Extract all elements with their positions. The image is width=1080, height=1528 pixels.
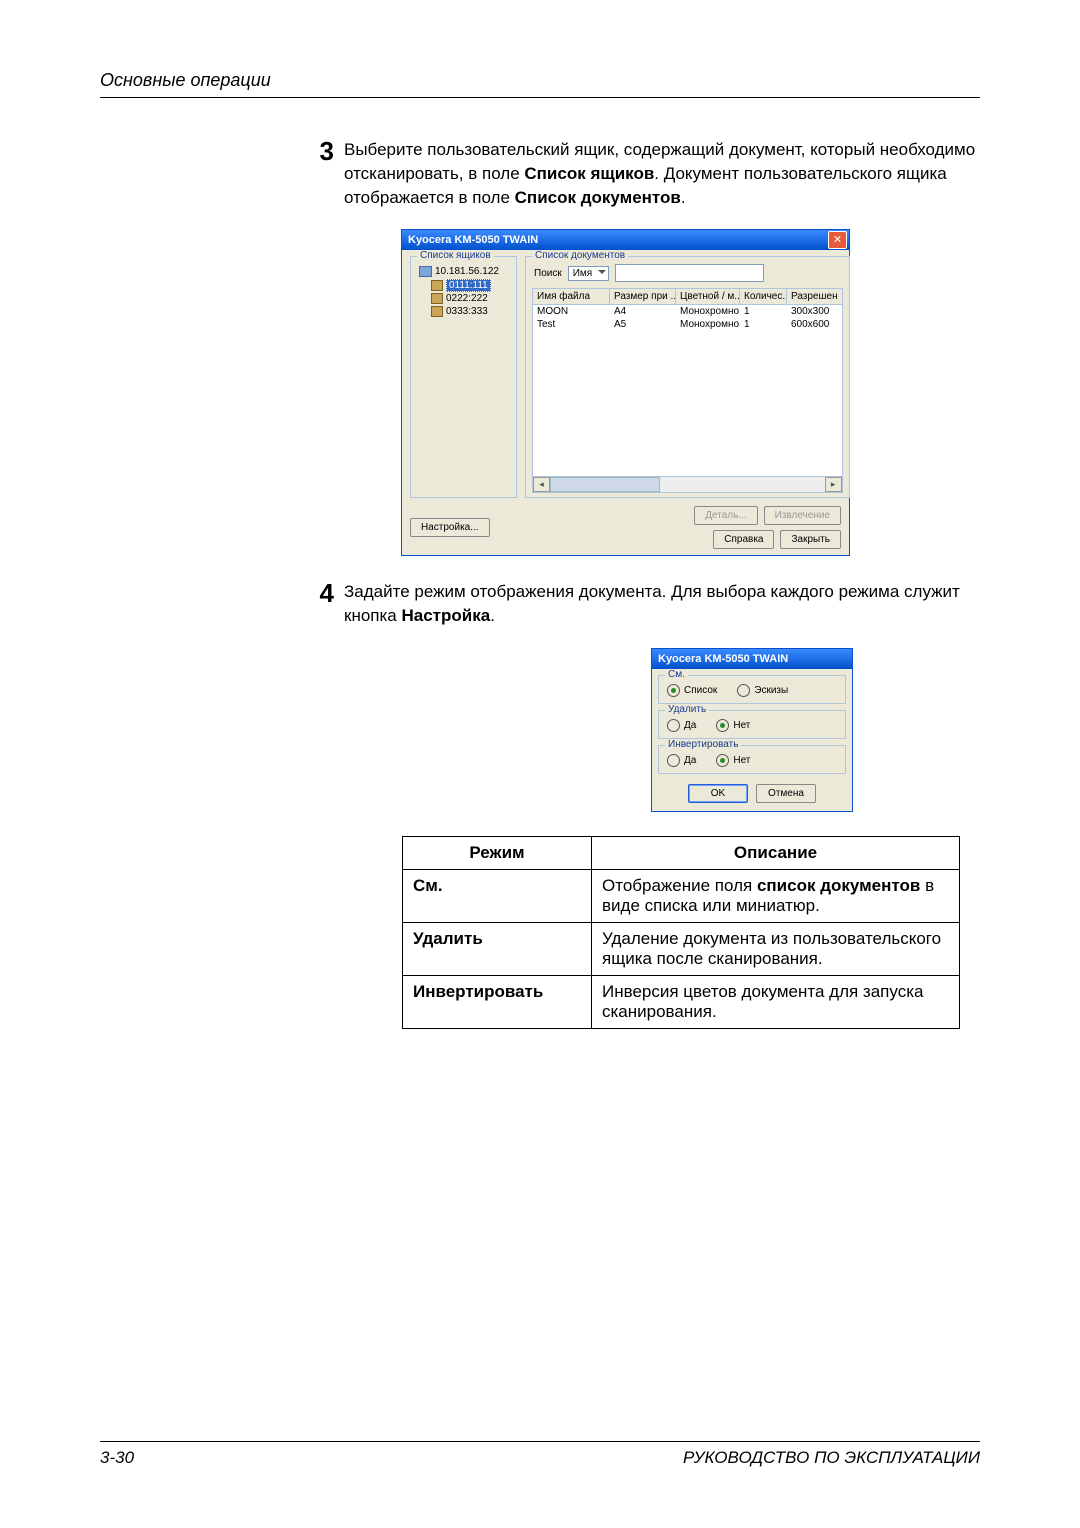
- col-header[interactable]: Имя файла: [533, 289, 610, 304]
- dialog-title: Kyocera KM-5050 TWAIN: [658, 653, 788, 665]
- table-row: См. Отображение поля список документов в…: [403, 869, 960, 922]
- col-header[interactable]: Цветной / м...: [676, 289, 740, 304]
- box-list-legend: Список ящиков: [417, 250, 494, 261]
- tree-item[interactable]: 0222:222: [417, 292, 510, 305]
- tree-root[interactable]: 10.181.56.122: [417, 265, 510, 278]
- search-label: Поиск: [534, 268, 562, 279]
- radio-delete-no[interactable]: Нет: [716, 719, 750, 732]
- col-header[interactable]: Размер при ...: [610, 289, 676, 304]
- doc-list-legend: Список документов: [532, 250, 628, 261]
- search-input[interactable]: [615, 264, 764, 282]
- scroll-right-icon[interactable]: ▸: [825, 477, 842, 492]
- table-row: Инвертировать Инверсия цветов документа …: [403, 975, 960, 1028]
- radio-view-list[interactable]: Список: [667, 684, 717, 697]
- dialog-title: Kyocera KM-5050 TWAIN: [408, 234, 538, 246]
- fieldset-legend: Удалить: [665, 704, 709, 715]
- step-text: Выберите пользовательский ящик, содержащ…: [344, 138, 980, 209]
- col-header[interactable]: Количес...: [740, 289, 787, 304]
- delete-fieldset: Удалить Да Нет: [658, 710, 846, 739]
- radio-invert-no[interactable]: Нет: [716, 754, 750, 767]
- step-text: Задайте режим отображения документа. Для…: [344, 580, 980, 628]
- horizontal-scrollbar[interactable]: ◂ ▸: [533, 476, 842, 492]
- box-list-fieldset: Список ящиков 10.181.56.122 0111:111 022…: [410, 256, 517, 498]
- fieldset-legend: Инвертировать: [665, 739, 741, 750]
- documents-table[interactable]: Имя файла Размер при ... Цветной / м... …: [532, 288, 843, 493]
- radio-view-thumbs[interactable]: Эскизы: [737, 684, 788, 697]
- search-mode-select[interactable]: Имя: [568, 266, 609, 281]
- col-header[interactable]: Разрешен: [787, 289, 842, 304]
- cancel-button[interactable]: Отмена: [756, 784, 816, 803]
- view-fieldset: См. Список Эскизы: [658, 675, 846, 704]
- settings-button[interactable]: Настройка...: [410, 518, 490, 537]
- fieldset-legend: См.: [665, 669, 688, 680]
- manual-title: РУКОВОДСТВО ПО ЭКСПЛУАТАЦИИ: [683, 1448, 980, 1468]
- close-button[interactable]: Закрыть: [780, 530, 841, 549]
- page-header: Основные операции: [100, 70, 980, 98]
- table-row: Удалить Удаление документа из пользовате…: [403, 922, 960, 975]
- tree-item[interactable]: 0111:111: [417, 279, 510, 292]
- radio-invert-yes[interactable]: Да: [667, 754, 696, 767]
- table-head-mode: Режим: [403, 836, 592, 869]
- table-row[interactable]: MOON A4 Монохромно... 1 300x300: [533, 305, 842, 318]
- detail-button: Деталь...: [694, 506, 757, 525]
- step-number: 3: [300, 138, 334, 164]
- table-row[interactable]: Test A5 Монохромно... 1 600x600: [533, 318, 842, 331]
- dialog-titlebar[interactable]: Kyocera KM-5050 TWAIN ✕: [402, 230, 849, 250]
- tree-item[interactable]: 0333:333: [417, 305, 510, 318]
- ok-button[interactable]: OK: [688, 784, 748, 803]
- scroll-left-icon[interactable]: ◂: [533, 477, 550, 492]
- twain-main-dialog: Kyocera KM-5050 TWAIN ✕ Список ящиков 10…: [401, 229, 850, 556]
- page-number: 3-30: [100, 1448, 134, 1468]
- table-head-desc: Описание: [592, 836, 960, 869]
- help-button[interactable]: Справка: [713, 530, 774, 549]
- dialog-titlebar[interactable]: Kyocera KM-5050 TWAIN: [652, 649, 852, 669]
- step-number: 4: [300, 580, 334, 606]
- doc-list-fieldset: Список документов Поиск Имя Имя файла Ра…: [525, 256, 850, 498]
- modes-description-table: Режим Описание См. Отображение поля спис…: [402, 836, 960, 1029]
- twain-settings-dialog: Kyocera KM-5050 TWAIN См. Список Эскизы …: [651, 648, 853, 812]
- extract-button: Извлечение: [764, 506, 841, 525]
- invert-fieldset: Инвертировать Да Нет: [658, 745, 846, 774]
- radio-delete-yes[interactable]: Да: [667, 719, 696, 732]
- close-icon[interactable]: ✕: [828, 231, 847, 249]
